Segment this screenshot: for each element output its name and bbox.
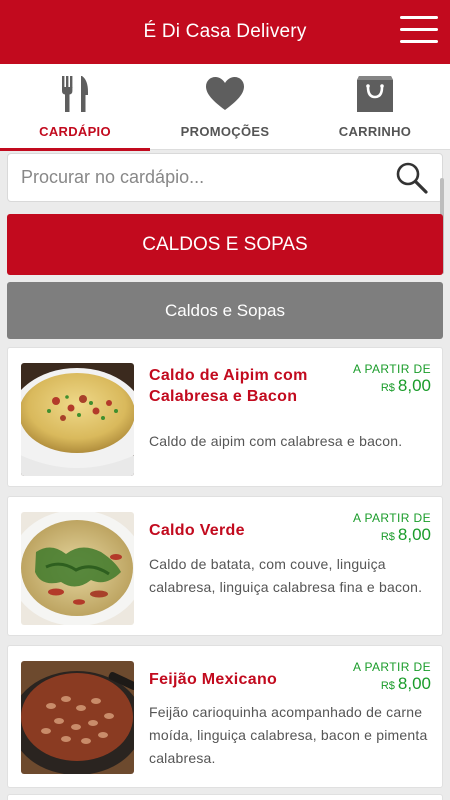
- search-icon[interactable]: [392, 158, 432, 198]
- shopping-bag-icon: [355, 74, 395, 114]
- category-header[interactable]: CALDOS E SOPAS: [7, 214, 443, 275]
- product-card[interactable]: Feijão Mexicano A PARTIR DE R$ 8,00 Feijã…: [7, 645, 443, 788]
- tab-promocoes-label: PROMOÇÕES: [180, 124, 270, 139]
- tab-bar: CARDÁPIO PROMOÇÕES CARRINHO: [0, 64, 450, 151]
- app-title: É Di Casa Delivery: [143, 21, 307, 42]
- product-card[interactable]: Caldo Verde A PARTIR DE R$ 8,00 Caldo de …: [7, 496, 443, 636]
- tab-cardapio[interactable]: CARDÁPIO: [0, 64, 150, 151]
- currency-symbol: R$: [380, 680, 395, 692]
- product-price: R$ 8,00: [381, 376, 431, 396]
- product-description: Feijão carioquinha acompanhado de carne …: [149, 704, 428, 766]
- product-name[interactable]: Feijão Mexicano: [149, 669, 309, 690]
- product-price: R$ 8,00: [381, 525, 431, 545]
- price-from-label: A PARTIR DE: [353, 660, 431, 674]
- price-from-label: A PARTIR DE: [353, 511, 431, 525]
- product-card[interactable]: Caldo de Aipim com Calabresa e Bacon A P…: [7, 347, 443, 487]
- heart-icon: [205, 74, 245, 114]
- price-value: 8,00: [397, 674, 431, 693]
- tab-carrinho-label: CARRINHO: [338, 124, 412, 139]
- app-screen: É Di Casa Delivery CARDÁPIO PROMOÇÕES CA…: [0, 0, 450, 800]
- fork-knife-icon: [55, 74, 95, 114]
- subcategory-header[interactable]: Caldos e Sopas: [7, 282, 443, 339]
- product-description: Caldo de batata, com couve, linguiça cal…: [149, 556, 423, 595]
- hamburger-menu-icon[interactable]: [400, 16, 438, 46]
- product-image: [21, 512, 134, 625]
- price-value: 8,00: [397, 525, 431, 544]
- product-card[interactable]: [7, 794, 443, 800]
- product-image: [21, 363, 134, 476]
- tab-promocoes[interactable]: PROMOÇÕES: [150, 64, 300, 150]
- product-name[interactable]: Caldo de Aipim com Calabresa e Bacon: [149, 365, 309, 407]
- price-value: 8,00: [397, 376, 431, 395]
- price-from-label: A PARTIR DE: [353, 362, 431, 376]
- search-bar: [7, 153, 443, 202]
- product-description: Caldo de aipim com calabresa e bacon.: [149, 433, 403, 449]
- product-image: [21, 661, 134, 774]
- app-header: É Di Casa Delivery: [0, 0, 450, 64]
- product-name[interactable]: Caldo Verde: [149, 520, 309, 541]
- currency-symbol: R$: [380, 382, 395, 394]
- currency-symbol: R$: [380, 531, 395, 543]
- tab-carrinho[interactable]: CARRINHO: [300, 64, 450, 150]
- tab-cardapio-label: CARDÁPIO: [39, 124, 111, 139]
- product-price: R$ 8,00: [381, 674, 431, 694]
- search-input[interactable]: [8, 154, 392, 201]
